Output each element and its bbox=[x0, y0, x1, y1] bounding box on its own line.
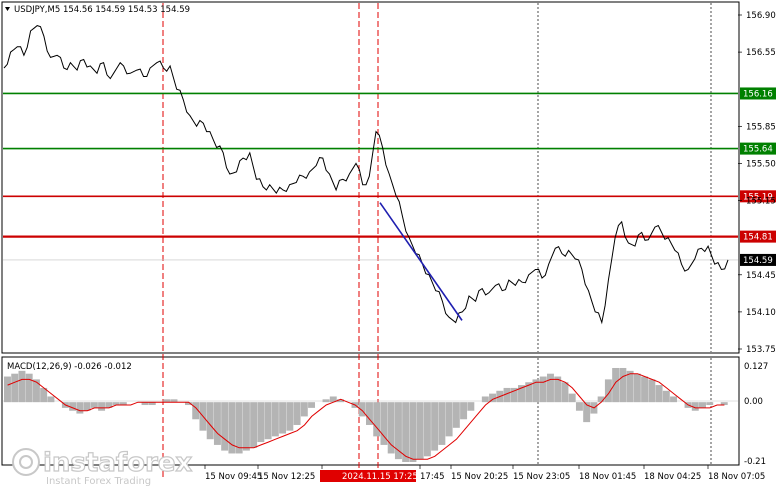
macd-bar bbox=[90, 402, 98, 408]
macd-bar bbox=[235, 402, 243, 454]
macd-bar bbox=[387, 402, 395, 454]
logo-icon bbox=[12, 448, 40, 476]
macd-bar bbox=[264, 402, 272, 440]
macd-bar bbox=[481, 396, 489, 403]
macd-bar bbox=[547, 373, 554, 403]
y-tick-label: 153.75 bbox=[746, 345, 776, 355]
x-tick-label: 17:45 bbox=[420, 472, 445, 482]
macd-bar bbox=[575, 402, 583, 411]
macd-bar bbox=[4, 376, 11, 403]
x-tick-label: 18 Nov 07:05 bbox=[708, 472, 765, 482]
level-label: 154.59 bbox=[743, 256, 773, 266]
macd-axis-label: 0.127 bbox=[744, 362, 768, 372]
x-tick-label: 15 Nov 09:45 bbox=[205, 472, 262, 482]
macd-bar bbox=[561, 382, 569, 403]
macd-bar bbox=[431, 402, 439, 451]
macd-bar bbox=[452, 402, 460, 428]
x-tick-label: 18 Nov 01:45 bbox=[579, 472, 636, 482]
macd-bar bbox=[213, 402, 221, 445]
logo-brand: instaforex bbox=[43, 448, 193, 478]
macd-bar bbox=[460, 402, 468, 420]
macd-label: MACD(12,26,9) -0.026 -0.012 bbox=[7, 362, 132, 372]
macd-bar bbox=[308, 402, 316, 408]
logo-tagline: Instant Forex Trading bbox=[46, 476, 151, 487]
macd-bar bbox=[648, 379, 656, 403]
x-tick-label: 15 Nov 20:25 bbox=[451, 472, 508, 482]
macd-bar bbox=[612, 367, 620, 403]
chart-canvas[interactable]: 156.16155.64155.19154.81154.59 USDJPY,M5… bbox=[0, 0, 781, 489]
macd-bar bbox=[416, 402, 424, 460]
macd-bar bbox=[655, 385, 663, 403]
macd-bar bbox=[641, 376, 649, 403]
macd-bar bbox=[467, 402, 475, 411]
symbol-info: USDJPY,M5 154.56 154.59 154.53 154.59 bbox=[14, 5, 190, 15]
price-panel-frame bbox=[1, 1, 740, 354]
level-label: 156.16 bbox=[743, 89, 773, 99]
y-tick-label: 155.85 bbox=[746, 122, 776, 132]
macd-bar bbox=[242, 402, 250, 451]
level-label: 155.64 bbox=[743, 145, 773, 155]
y-tick-label: 156.90 bbox=[746, 11, 776, 21]
x-tick-label: 18 Nov 04:25 bbox=[644, 472, 701, 482]
macd-bar bbox=[402, 402, 410, 462]
macd-bar bbox=[633, 373, 641, 403]
macd-bar bbox=[423, 402, 431, 457]
x-tick-label: 15 Nov 23:05 bbox=[513, 472, 570, 482]
macd-bar bbox=[250, 402, 258, 448]
macd-bar bbox=[271, 402, 279, 437]
x-tick-label: 2024.11.15 17:25 bbox=[342, 472, 418, 482]
macd-axis-label: -0.21 bbox=[744, 457, 766, 467]
macd-bar bbox=[11, 373, 19, 403]
macd-bar bbox=[293, 402, 301, 425]
macd-bar bbox=[18, 370, 26, 403]
macd-bar bbox=[98, 402, 106, 411]
level-label: 154.81 bbox=[743, 233, 773, 243]
y-tick-label: 156.55 bbox=[746, 48, 776, 58]
macd-bar bbox=[626, 370, 634, 403]
macd-bar bbox=[257, 402, 265, 443]
macd-bar bbox=[279, 402, 287, 434]
price-axis: 156.90 156.55 155.85 155.50 155.15 154.45 154.… bbox=[738, 11, 776, 355]
y-tick-label: 154.10 bbox=[746, 308, 776, 318]
macd-bar bbox=[286, 402, 294, 431]
y-tick-label: 154.45 bbox=[746, 271, 776, 281]
macd-bar bbox=[539, 376, 547, 403]
macd-bar bbox=[706, 402, 714, 406]
y-tick-label: 155.15 bbox=[746, 197, 776, 207]
macd-bar bbox=[76, 402, 84, 414]
macd-bar bbox=[322, 399, 330, 403]
y-tick-label: 155.50 bbox=[746, 159, 776, 169]
macd-axis-label: 0.00 bbox=[744, 397, 763, 407]
macd-bar bbox=[662, 390, 670, 403]
chart-window[interactable]: 156.16 155.64 155.19 154.81 154.59 USDJPY,M5… bbox=[0, 0, 781, 489]
macd-bar bbox=[619, 367, 627, 403]
macd-bar bbox=[32, 379, 40, 403]
macd-bar bbox=[206, 402, 214, 440]
macd-bar bbox=[670, 396, 678, 403]
time-axis: 15 Nov 09:4515 Nov 12:25 2024.11.15 17:25… bbox=[204, 465, 765, 482]
macd-bar bbox=[409, 402, 417, 462]
macd-bar bbox=[438, 402, 446, 445]
macd-bar bbox=[568, 393, 576, 403]
macd-bar bbox=[47, 396, 55, 403]
macd-bar bbox=[25, 373, 33, 403]
macd-bar bbox=[445, 402, 453, 437]
macd-bar bbox=[221, 402, 229, 451]
macd-bar bbox=[699, 402, 706, 408]
macd-bar bbox=[300, 402, 308, 417]
x-tick-label: 15 Nov 12:25 bbox=[258, 472, 315, 482]
